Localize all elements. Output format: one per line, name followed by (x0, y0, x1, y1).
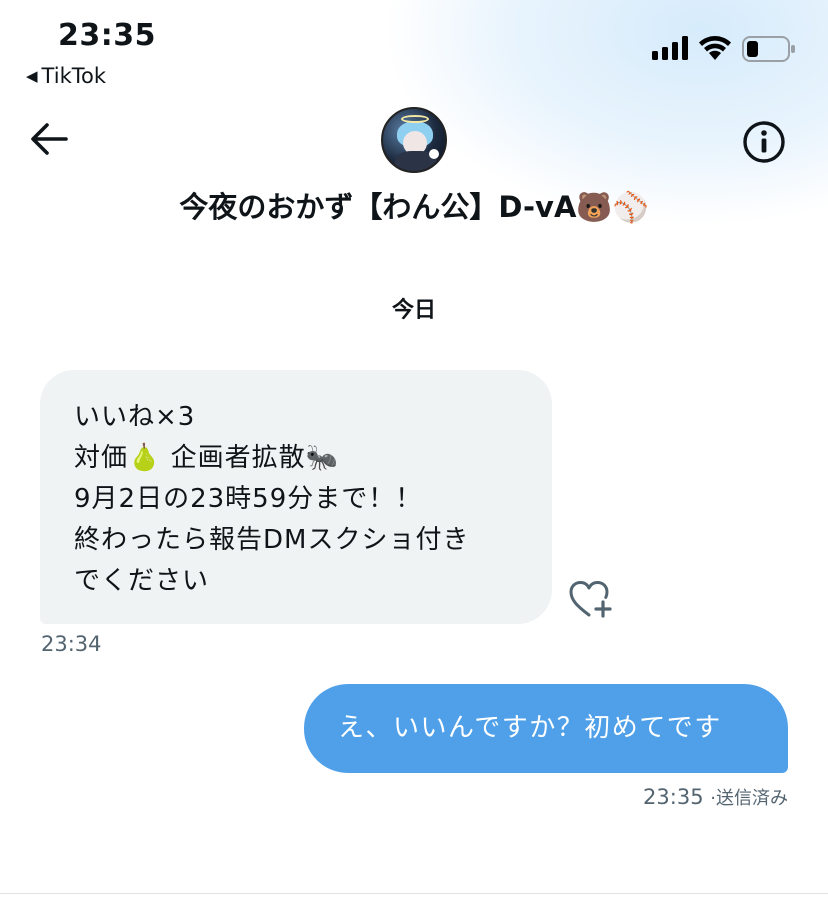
outgoing-message-bubble[interactable]: え、いいんですか？初めてです (304, 684, 788, 773)
back-app-label: TikTok (41, 64, 106, 88)
message-line: でください (74, 566, 210, 596)
add-reaction-heart-icon[interactable] (569, 580, 615, 620)
status-bar: 23:35 ◀ TikTok (0, 0, 828, 100)
battery-icon (742, 36, 795, 62)
message-line: 対価🍐 企画者拡散🐜 (74, 443, 340, 473)
avatar[interactable] (381, 107, 447, 173)
status-time: 23:35 (58, 18, 156, 53)
date-separator: 今日 (391, 298, 436, 323)
cellular-signal-icon (652, 36, 688, 60)
info-icon[interactable] (742, 120, 786, 164)
back-arrow-icon[interactable] (30, 122, 68, 156)
divider (0, 893, 828, 894)
message-line: いいね×3 (74, 402, 196, 432)
incoming-message-bubble[interactable]: いいね×3 対価🍐 企画者拡散🐜 9月2日の23時59分まで！！ 終わったら報告… (40, 370, 552, 624)
conversation-title[interactable]: 今夜のおかず【わん公】D-vA🐻⚾️ (0, 184, 828, 226)
back-to-app-link[interactable]: ◀ TikTok (26, 64, 106, 88)
message-line: 終わったら報告DMスクショ付き (74, 525, 470, 555)
outgoing-message-timestamp: 23:35 (643, 785, 704, 809)
outgoing-message-meta: 23:35 ·送信済み (643, 784, 788, 810)
back-triangle-icon: ◀ (26, 67, 38, 85)
wifi-icon (699, 36, 731, 60)
incoming-message-timestamp: 23:34 (41, 632, 102, 656)
conversation-header: 今夜のおかず【わん公】D-vA🐻⚾️ (0, 100, 828, 240)
delivery-status: ·送信済み (710, 788, 788, 809)
message-line: 9月2日の23時59分まで！！ (74, 484, 423, 514)
